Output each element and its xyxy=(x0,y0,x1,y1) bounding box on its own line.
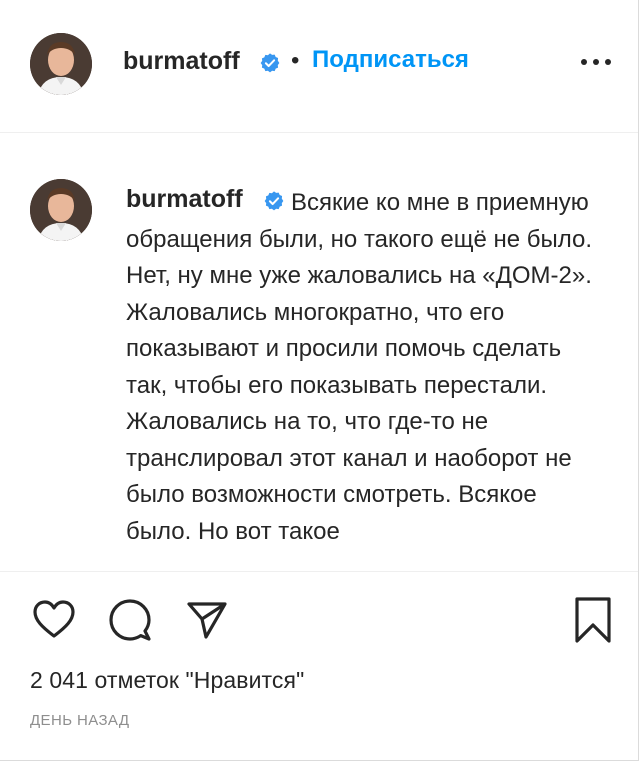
bookmark-icon[interactable] xyxy=(574,596,612,644)
verified-badge-icon xyxy=(259,52,281,74)
post-header: burmatoff • Подписаться xyxy=(0,0,638,133)
likes-count[interactable]: 2 041 отметок "Нравится" xyxy=(30,667,304,694)
follow-button[interactable]: Подписаться xyxy=(312,46,469,74)
post-timestamp[interactable]: ДЕНЬ НАЗАД xyxy=(30,712,129,729)
separator-dot: • xyxy=(291,47,300,74)
caption-section: Всякие ко мне в приемную обращения были,… xyxy=(0,133,638,572)
caption-text: Всякие ко мне в приемную обращения были,… xyxy=(126,189,593,545)
comment-icon[interactable] xyxy=(108,598,152,642)
caption-author-avatar[interactable] xyxy=(30,179,92,241)
author-avatar[interactable] xyxy=(30,33,92,95)
author-username[interactable]: burmatoff xyxy=(123,47,240,76)
heart-icon[interactable] xyxy=(32,599,76,639)
more-options-icon[interactable] xyxy=(578,51,614,71)
caption-author-username[interactable]: burmatoff xyxy=(126,185,243,214)
paper-plane-icon[interactable] xyxy=(186,600,228,640)
caption-verified-badge-icon xyxy=(263,190,285,212)
